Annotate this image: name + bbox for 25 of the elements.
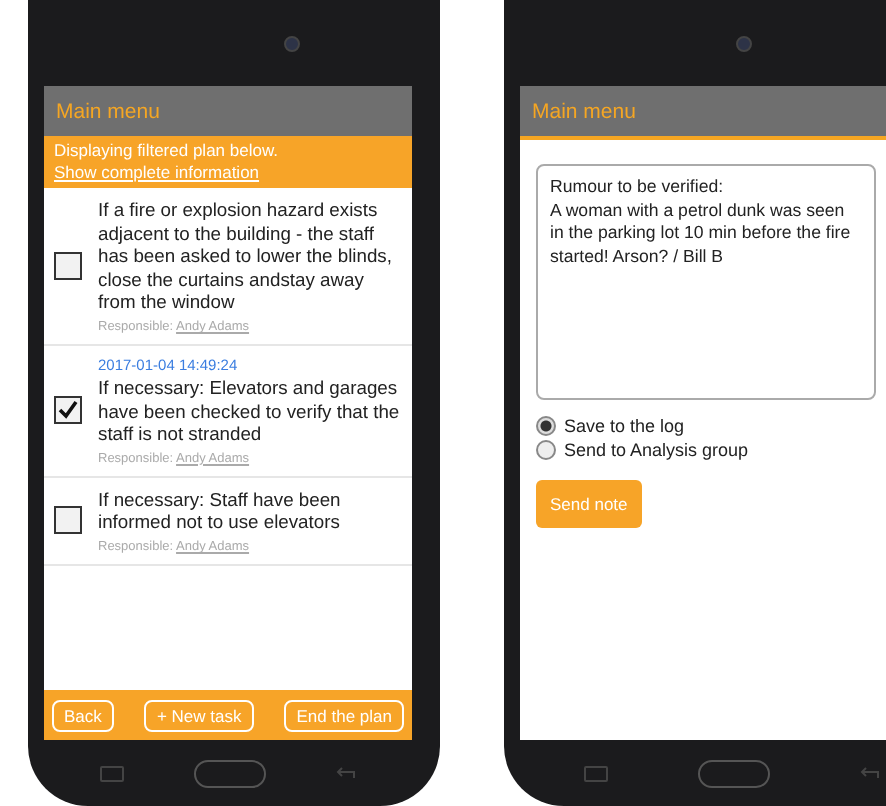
footer-button[interactable]: Back [52, 699, 114, 731]
note-field[interactable]: Rumour to be verified: A woman with a petrol dunk was seen in the parking lot 10 min before the fire started! Arson? / Bill B [536, 164, 876, 400]
task-text: If necessary: Staff have been informed not to use elevators [98, 487, 343, 534]
home-button[interactable] [193, 759, 266, 787]
filter-banner: Displaying filtered plan below. Show complete information [44, 136, 412, 188]
checkbox[interactable] [54, 506, 82, 535]
back-icon[interactable] [859, 766, 880, 780]
show-info-link[interactable]: Show complete information [54, 162, 260, 182]
task-text: If a fire or explosion hazard exists adjacent to the building - the staff has been asked to lower the blinds, close the curtains andstay away from the window [98, 198, 394, 314]
radio-option[interactable]: Save to the log [536, 416, 886, 436]
footer-button[interactable]: + New task [144, 699, 254, 731]
radio-option[interactable]: Send to Analysis group [536, 440, 886, 460]
send-note-button[interactable]: Send note [536, 480, 642, 528]
header-title: Main menu [520, 86, 886, 140]
home-button[interactable] [697, 759, 770, 787]
header-title: Main menu [44, 86, 412, 136]
checkbox[interactable] [54, 396, 82, 425]
camera-icon [736, 35, 752, 51]
back-icon[interactable] [336, 766, 357, 780]
camera-icon [284, 35, 300, 51]
recent-apps-icon[interactable] [99, 765, 124, 781]
task-text: If necessary: Elevators and garages have been checked to verify that the staff is not stranded [98, 375, 402, 446]
recent-apps-icon[interactable] [584, 765, 609, 781]
footer-button[interactable]: End the plan [284, 699, 404, 731]
checkbox[interactable] [54, 251, 82, 280]
